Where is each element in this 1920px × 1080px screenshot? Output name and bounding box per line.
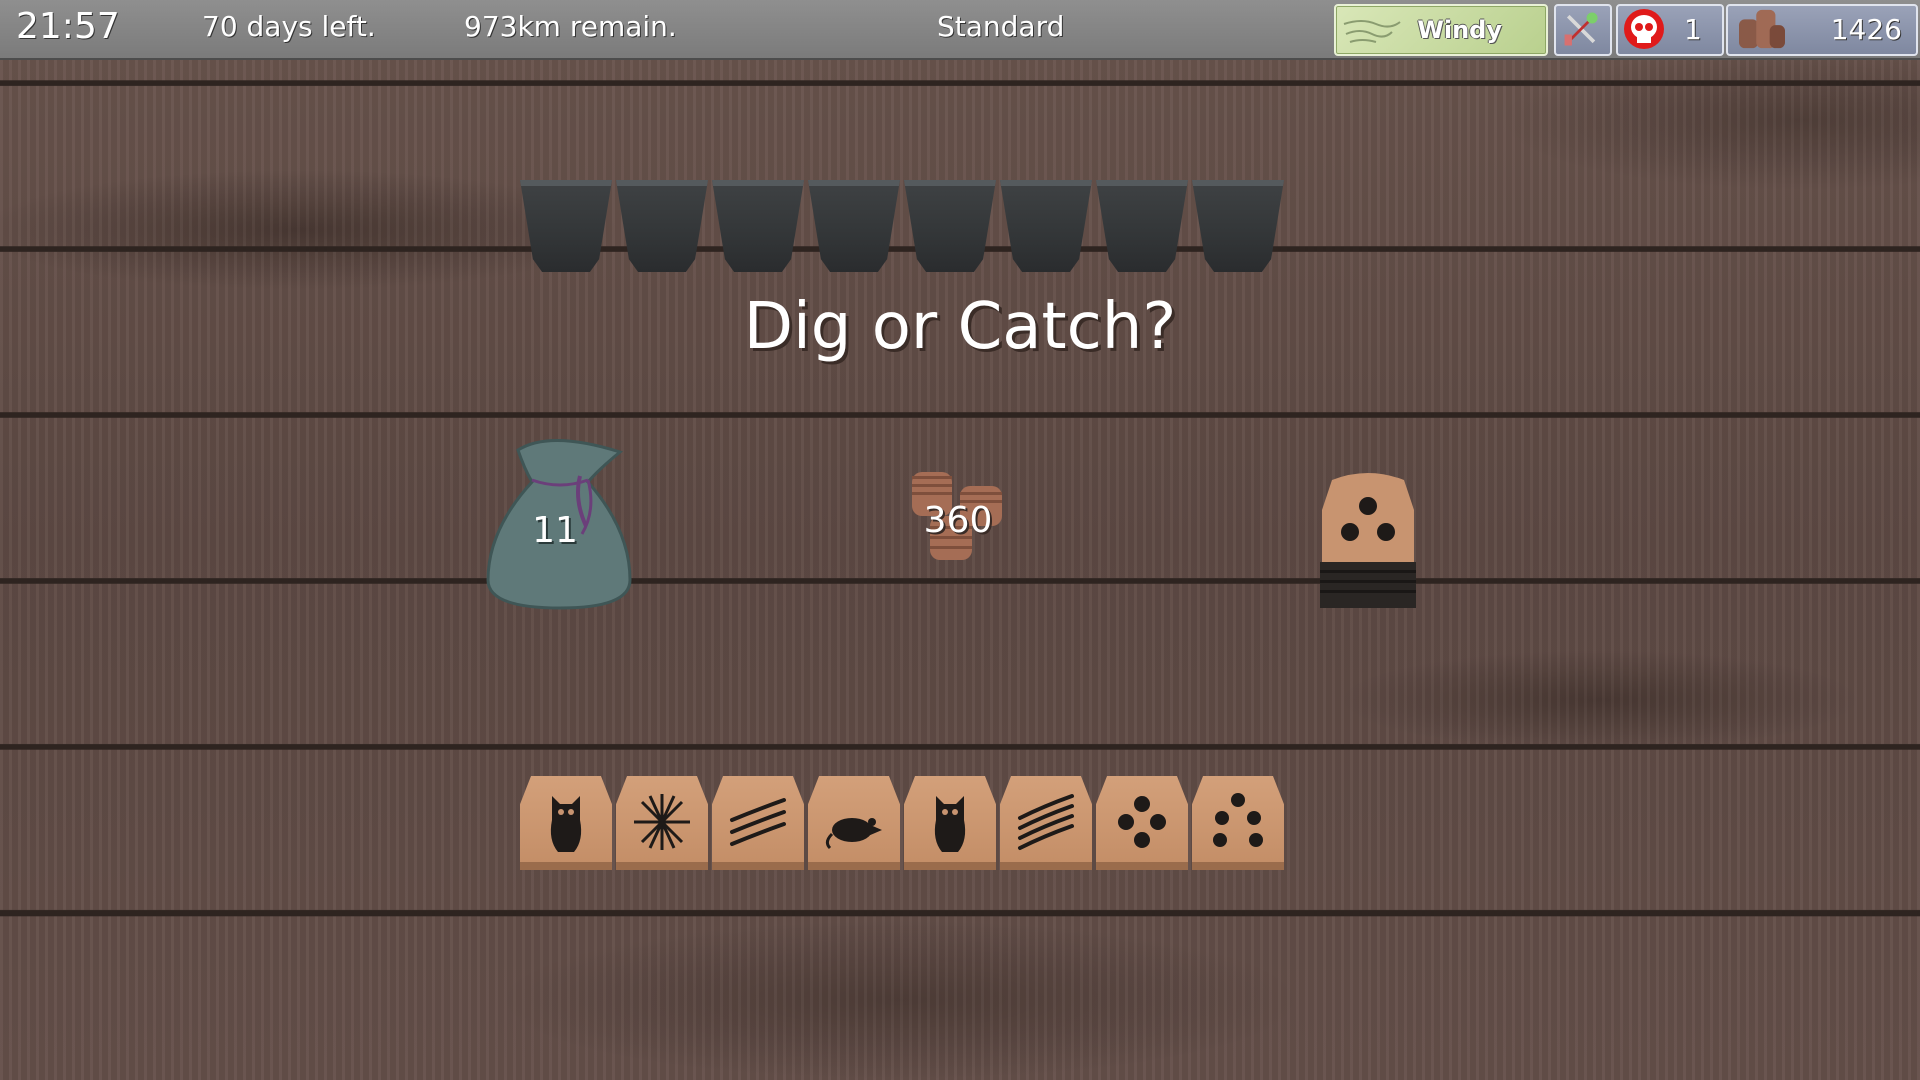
tile-claw-marks[interactable]	[1000, 776, 1092, 870]
cup-slot[interactable]	[1000, 180, 1092, 272]
skull-count: 1	[1684, 13, 1702, 46]
tile-owl[interactable]	[904, 776, 996, 870]
days-left: 70 days left.	[202, 10, 376, 43]
skull-icon	[1624, 9, 1664, 49]
coin-counter[interactable]: 1426	[1726, 4, 1918, 56]
game-mode: Standard	[937, 10, 1065, 43]
tile-owl[interactable]	[520, 776, 612, 870]
draw-bag[interactable]: 11	[480, 430, 640, 610]
wind-icon	[1343, 20, 1401, 43]
distance-remaining: 973km remain.	[464, 10, 677, 43]
cup-slot[interactable]	[1192, 180, 1284, 272]
owl-icon	[550, 796, 582, 852]
coin-count: 1426	[1830, 13, 1902, 46]
bag-count: 11	[532, 510, 578, 551]
cup-slot[interactable]	[1096, 180, 1188, 272]
cup-row	[520, 180, 1290, 276]
weather-panel[interactable]: Windy	[1334, 4, 1548, 56]
tile-burst[interactable]	[616, 776, 708, 870]
cup-slot[interactable]	[904, 180, 996, 272]
cup-slot[interactable]	[712, 180, 804, 272]
pot-value: 360	[923, 500, 993, 541]
cup-slot[interactable]	[520, 180, 612, 272]
weather-label: Windy	[1417, 16, 1502, 44]
owl-icon	[934, 796, 966, 852]
cup-slot[interactable]	[616, 180, 708, 272]
hand-tiles	[520, 776, 1290, 872]
five-dots-icon	[1213, 793, 1263, 847]
coin-stack-icon	[1739, 9, 1785, 49]
burst-icon	[634, 794, 690, 850]
claw-marks-icon	[1018, 794, 1074, 850]
tile-claw-marks[interactable]	[712, 776, 804, 870]
skull-counter[interactable]: 1	[1616, 4, 1724, 56]
rat-icon	[825, 818, 882, 850]
cup-slot[interactable]	[808, 180, 900, 272]
dig-or-catch-prompt: Dig or Catch?	[743, 290, 1177, 364]
claw-marks-icon	[730, 798, 786, 846]
four-dots-icon	[1118, 796, 1166, 848]
tile-five-dots[interactable]	[1192, 776, 1284, 870]
tile-rat[interactable]	[808, 776, 900, 870]
tools-badge[interactable]	[1554, 4, 1612, 56]
tile-deck[interactable]	[1318, 470, 1418, 610]
three-dots-tile-icon	[1320, 473, 1416, 608]
crossed-tools-icon	[1564, 12, 1598, 46]
clock: 21:57	[16, 6, 120, 47]
top-hud-bar: 21:57 70 days left. 973km remain. Standa…	[0, 0, 1920, 60]
tile-four-dots[interactable]	[1096, 776, 1188, 870]
